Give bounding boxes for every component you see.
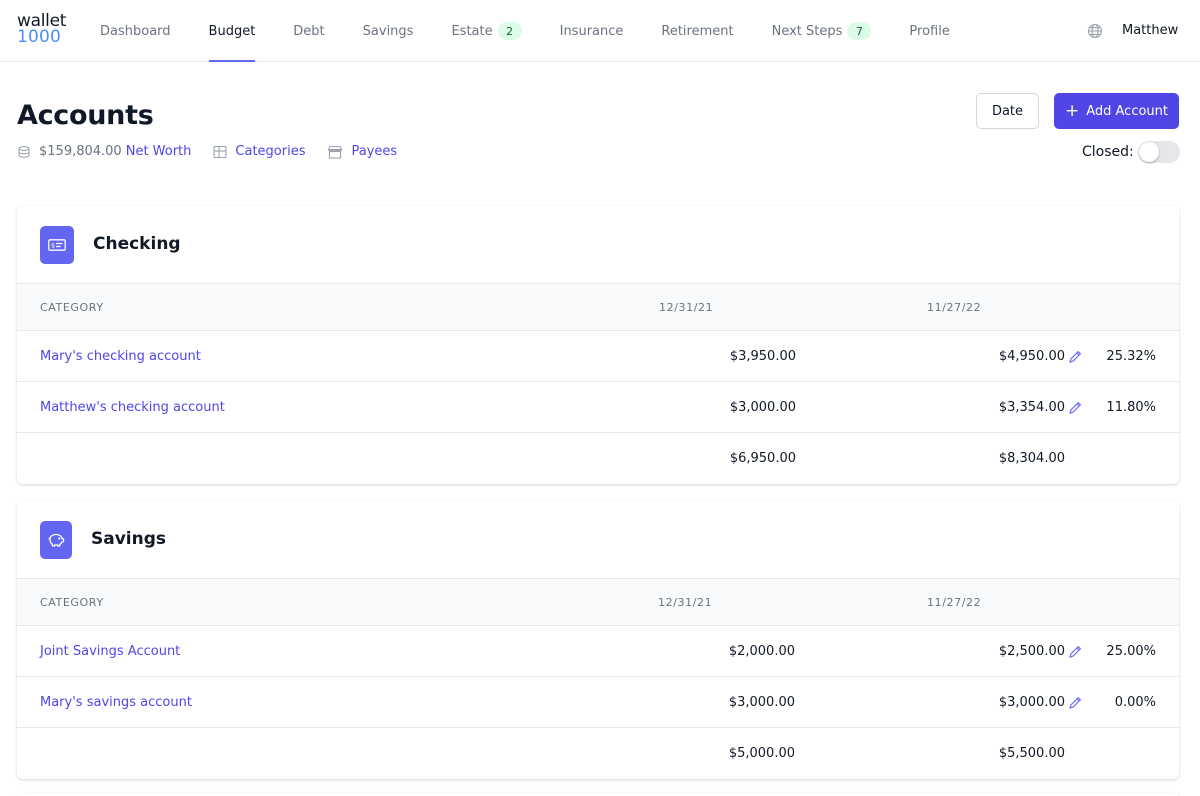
- column-category: CATEGORY: [40, 301, 104, 314]
- account-link[interactable]: Mary's checking account: [40, 349, 201, 364]
- account-summary-bar: $159,804.00 Net Worth Categories Payees: [17, 144, 419, 159]
- column-date-2[interactable]: 11/27/22: [927, 301, 981, 314]
- nav-insurance-label: Insurance: [559, 23, 624, 39]
- table-row: Mary's checking account $3,950.00 $4,950…: [17, 331, 1179, 382]
- add-account-label: Add Account: [1086, 103, 1169, 119]
- logo-line-2: 1000: [17, 27, 62, 47]
- next-steps-count-badge: 7: [847, 22, 872, 40]
- total-prev-balance: $6,950.00: [729, 451, 796, 466]
- section-header: $ Checking: [17, 206, 1179, 284]
- nav-dashboard[interactable]: Dashboard: [100, 0, 171, 62]
- current-balance: $2,500.00: [998, 644, 1065, 659]
- date-button[interactable]: Date: [976, 93, 1039, 129]
- nav-estate[interactable]: Estate 2: [451, 0, 522, 62]
- edit-pencil-icon[interactable]: [1068, 645, 1082, 659]
- prev-balance: $3,000.00: [728, 695, 795, 710]
- piggy-bank-icon: [40, 521, 72, 559]
- percent-change: 25.00%: [1106, 644, 1156, 659]
- storefront-icon: [328, 145, 343, 159]
- account-link[interactable]: Matthew's checking account: [40, 400, 225, 415]
- nav-savings[interactable]: Savings: [363, 0, 414, 62]
- total-current-balance: $8,304.00: [998, 451, 1065, 466]
- edit-pencil-icon[interactable]: [1068, 401, 1082, 415]
- payees-link-wrap[interactable]: Payees: [327, 144, 397, 159]
- prev-balance: $3,950.00: [729, 349, 796, 364]
- net-worth-value: $159,804.00: [39, 144, 122, 159]
- money-stack-icon: [18, 145, 30, 158]
- table-row: Mary's savings account $3,000.00 $3,000.…: [17, 677, 1179, 728]
- add-account-button[interactable]: + Add Account: [1054, 93, 1179, 129]
- current-balance: $3,354.00: [998, 400, 1065, 415]
- nav-budget[interactable]: Budget: [208, 0, 256, 62]
- closed-toggle[interactable]: [1137, 141, 1180, 163]
- nav-insurance[interactable]: Insurance: [560, 0, 624, 62]
- table-header: CATEGORY 12/31/21 11/27/22: [17, 579, 1179, 626]
- current-balance: $3,000.00: [998, 695, 1065, 710]
- nav-retirement[interactable]: Retirement: [661, 0, 733, 62]
- grid-icon: [213, 145, 227, 158]
- nav-next-steps-label: Next Steps: [771, 23, 843, 39]
- page-title: Accounts: [17, 100, 154, 131]
- total-current-balance: $5,500.00: [998, 746, 1065, 761]
- edit-pencil-icon[interactable]: [1068, 350, 1082, 364]
- checking-section: $ Checking CATEGORY 12/31/21 11/27/22 Ma…: [17, 206, 1179, 484]
- table-row: Joint Savings Account $2,000.00 $2,500.0…: [17, 626, 1179, 677]
- percent-change: 0.00%: [1114, 695, 1156, 710]
- nav-debt-label: Debt: [293, 23, 325, 39]
- nav-next-steps[interactable]: Next Steps 7: [772, 0, 872, 62]
- savings-section: Savings CATEGORY 12/31/21 11/27/22 Joint…: [17, 501, 1179, 779]
- payees-link[interactable]: Payees: [351, 144, 397, 159]
- total-prev-balance: $5,000.00: [728, 746, 795, 761]
- net-worth-link[interactable]: Net Worth: [126, 144, 192, 159]
- current-balance: $4,950.00: [998, 349, 1065, 364]
- column-category: CATEGORY: [40, 596, 104, 609]
- nav-debt[interactable]: Debt: [293, 0, 324, 62]
- nav-dashboard-label: Dashboard: [100, 23, 171, 39]
- section-title: Checking: [93, 234, 181, 254]
- nav-profile[interactable]: Profile: [909, 0, 949, 62]
- table-row: Matthew's checking account $3,000.00 $3,…: [17, 382, 1179, 433]
- nav-retirement-label: Retirement: [661, 23, 734, 39]
- nav-budget-label: Budget: [208, 23, 256, 39]
- toggle-knob: [1138, 142, 1159, 162]
- categories-link[interactable]: Categories: [235, 144, 305, 159]
- section-title: Savings: [91, 529, 167, 549]
- percent-change: 25.32%: [1106, 349, 1156, 364]
- globe-icon[interactable]: [1087, 23, 1103, 39]
- user-menu[interactable]: Matthew: [1122, 23, 1178, 38]
- closed-filter: Closed:: [1082, 141, 1180, 163]
- column-date-1[interactable]: 12/31/21: [658, 596, 712, 609]
- prev-balance: $3,000.00: [729, 400, 796, 415]
- section-header: Savings: [17, 501, 1179, 579]
- account-link[interactable]: Joint Savings Account: [40, 644, 180, 659]
- percent-change: 11.80%: [1106, 400, 1156, 415]
- net-worth-summary: $159,804.00 Net Worth: [17, 144, 191, 159]
- wallet1000-logo[interactable]: wallet 1000: [17, 13, 66, 47]
- column-date-2[interactable]: 11/27/22: [927, 596, 981, 609]
- edit-pencil-icon[interactable]: [1068, 696, 1082, 710]
- plus-icon: +: [1064, 100, 1080, 121]
- prev-balance: $2,000.00: [728, 644, 795, 659]
- categories-link-wrap[interactable]: Categories: [213, 144, 305, 159]
- main-nav: Dashboard Budget Debt Savings Estate 2 In…: [100, 0, 988, 62]
- check-icon: $: [40, 226, 74, 264]
- closed-label: Closed:: [1082, 144, 1134, 160]
- table-header: CATEGORY 12/31/21 11/27/22: [17, 284, 1179, 331]
- totals-row: $6,950.00 $8,304.00: [17, 433, 1179, 484]
- column-date-1[interactable]: 12/31/21: [659, 301, 713, 314]
- top-navigation-bar: wallet 1000 Dashboard Budget Debt Saving…: [0, 0, 1200, 62]
- account-link[interactable]: Mary's savings account: [40, 695, 192, 710]
- estate-count-badge: 2: [497, 22, 522, 40]
- totals-row: $5,000.00 $5,500.00: [17, 728, 1179, 779]
- svg-text:$: $: [51, 242, 55, 250]
- nav-profile-label: Profile: [909, 23, 950, 39]
- nav-savings-label: Savings: [362, 23, 414, 39]
- nav-estate-label: Estate: [451, 23, 493, 39]
